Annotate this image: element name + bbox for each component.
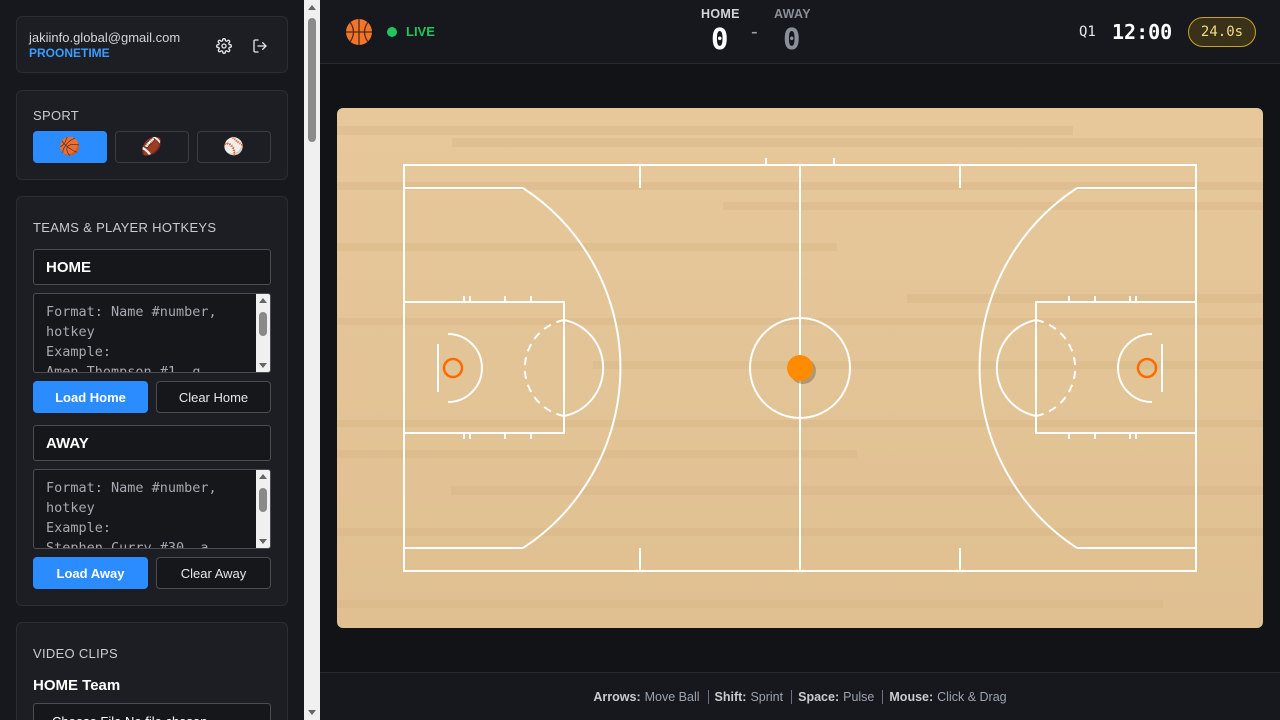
clear-home-button[interactable]: Clear Home: [156, 381, 271, 413]
hint-space: Space: Pulse: [798, 689, 875, 704]
football-icon: 🏈: [141, 137, 163, 156]
teams-title: TEAMS & PLAYER HOTKEYS: [33, 220, 217, 235]
period: Q1: [1079, 24, 1096, 40]
sport-title: SPORT: [33, 108, 80, 123]
sidebar-scrollbar[interactable]: [304, 0, 320, 720]
sidebar: jakiinfo.global@gmail.com PROONETIME SPO…: [0, 0, 304, 720]
home-team-name-input[interactable]: HOME: [33, 249, 271, 285]
home-roster-textarea[interactable]: Format: Name #number, hotkey Example: Am…: [33, 293, 271, 373]
sport-card: SPORT 🏀 🏈 ⚾: [16, 90, 288, 180]
ball[interactable]: [787, 355, 813, 381]
live-status: LIVE: [406, 24, 435, 39]
shot-clock[interactable]: 24.0s: [1188, 17, 1256, 47]
hint-arrows: Arrows: Move Ball: [593, 689, 700, 704]
clips-title: VIDEO CLIPS: [33, 646, 118, 661]
score-separator: -: [751, 21, 758, 43]
home-score: 0: [711, 22, 729, 56]
logout-icon: [253, 39, 267, 53]
baseball-icon: ⚾: [223, 137, 245, 156]
scoreboard-header: LIVE HOME 0 - AWAY 0 Q1 12:00 24.0s: [320, 0, 1280, 64]
live-indicator-dot: [387, 27, 397, 37]
game-clock[interactable]: 12:00: [1112, 20, 1172, 44]
hint-shift: Shift: Sprint: [714, 689, 784, 704]
court[interactable]: [337, 108, 1263, 628]
sport-baseball-button[interactable]: ⚾: [197, 131, 271, 163]
gear-icon: [216, 38, 232, 54]
basketball-logo-icon: [346, 19, 372, 45]
home-roster-text: Format: Name #number, hotkey Example: Am…: [46, 304, 217, 373]
clips-card: VIDEO CLIPS HOME Team Choose File No fil…: [16, 622, 288, 720]
clip-file-input[interactable]: Choose File No file chosen: [33, 703, 271, 720]
clips-team-label: HOME Team: [33, 677, 121, 694]
away-roster-scrollbar[interactable]: [256, 470, 270, 548]
away-score: 0: [783, 22, 801, 56]
main-area: LIVE HOME 0 - AWAY 0 Q1 12:00 24.0s Arro…: [320, 0, 1280, 720]
teams-card: TEAMS & PLAYER HOTKEYS HOME Format: Name…: [16, 196, 288, 606]
logout-button[interactable]: [249, 35, 271, 57]
sport-basketball-button[interactable]: 🏀: [33, 131, 107, 163]
controls-footer: Arrows: Move Ball Shift: Sprint Space: Puls…: [320, 672, 1280, 720]
user-card: jakiinfo.global@gmail.com PROONETIME: [16, 16, 288, 73]
hint-mouse: Mouse: Click & Drag: [889, 689, 1007, 704]
user-plan: PROONETIME: [29, 46, 110, 60]
home-label: HOME: [701, 7, 740, 21]
clear-away-button[interactable]: Clear Away: [156, 557, 271, 589]
basketball-court[interactable]: [337, 108, 1263, 628]
away-label: AWAY: [774, 7, 811, 21]
away-roster-textarea[interactable]: Format: Name #number, hotkey Example: St…: [33, 469, 271, 549]
load-home-button[interactable]: Load Home: [33, 381, 148, 413]
away-team-name-input[interactable]: AWAY: [33, 425, 271, 461]
user-email: jakiinfo.global@gmail.com: [29, 30, 181, 45]
load-away-button[interactable]: Load Away: [33, 557, 148, 589]
away-roster-text: Format: Name #number, hotkey Example: St…: [46, 480, 217, 549]
basketball-icon: 🏀: [59, 137, 81, 156]
sport-football-button[interactable]: 🏈: [115, 131, 189, 163]
home-roster-scrollbar[interactable]: [256, 294, 270, 372]
settings-button[interactable]: [213, 35, 235, 57]
